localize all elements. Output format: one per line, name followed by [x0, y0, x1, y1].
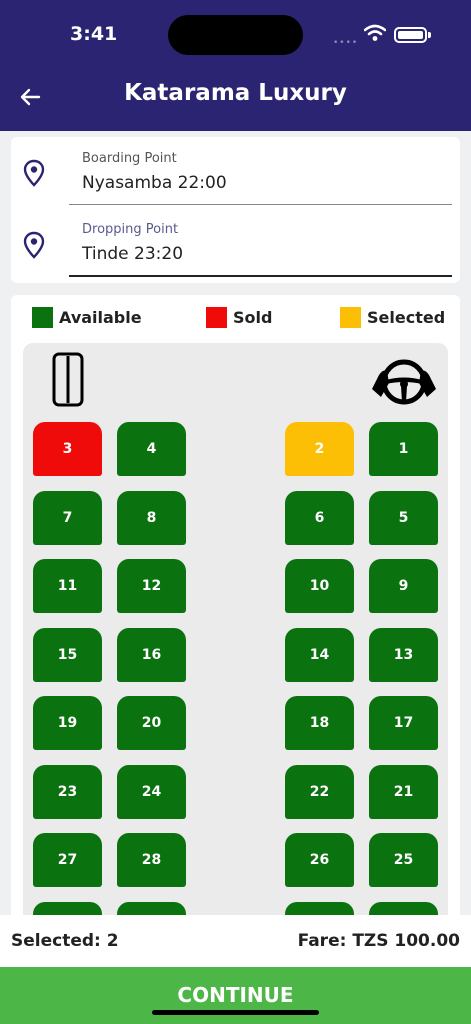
seat-6[interactable]: 6 [285, 490, 354, 545]
app-header: 3:41 •••• Katarama Luxury [0, 0, 471, 131]
legend-selected: Selected [340, 307, 445, 328]
dropping-label: Dropping Point [82, 222, 179, 237]
route-card: Boarding Point Nyasamba 22:00 Dropping P… [11, 137, 460, 283]
location-pin-icon [23, 231, 45, 259]
seat-3: 3 [33, 422, 102, 476]
fare-total: Fare: TZS 100.00 [297, 931, 460, 951]
seat-19[interactable]: 19 [33, 696, 102, 750]
battery-icon [394, 27, 427, 43]
legend-available-label: Available [59, 308, 142, 327]
continue-button[interactable]: CONTINUE [0, 967, 471, 1024]
wifi-icon [364, 24, 386, 41]
seat-25[interactable]: 25 [369, 833, 438, 887]
location-pin-icon [23, 159, 45, 187]
divider [69, 204, 452, 205]
seat-9[interactable]: 9 [369, 559, 438, 613]
seat-legend: Available Sold Selected [11, 307, 460, 329]
seat-2[interactable]: 2 [285, 422, 354, 476]
seat-1[interactable]: 1 [369, 422, 438, 476]
seat-18[interactable]: 18 [285, 696, 354, 750]
available-swatch [32, 307, 53, 328]
boarding-value: Nyasamba 22:00 [82, 173, 227, 193]
legend-available: Available [32, 307, 142, 328]
boarding-point-field[interactable]: Boarding Point Nyasamba 22:00 [11, 137, 460, 207]
seat-28[interactable]: 28 [117, 833, 186, 887]
seat-12[interactable]: 12 [117, 559, 186, 613]
selected-swatch [340, 307, 361, 328]
dropping-value: Tinde 23:20 [82, 244, 184, 264]
legend-sold-label: Sold [233, 308, 273, 327]
legend-sold: Sold [206, 307, 272, 328]
page-title: Katarama Luxury [124, 80, 347, 106]
legend-selected-label: Selected [367, 308, 446, 327]
seat-26[interactable]: 26 [285, 833, 354, 887]
seat-27[interactable]: 27 [33, 833, 102, 887]
seat-11[interactable]: 11 [33, 559, 102, 613]
dynamic-island [168, 15, 303, 55]
battery-tip [428, 32, 431, 38]
seat-8[interactable]: 8 [117, 490, 186, 545]
seat-24[interactable]: 24 [117, 764, 186, 819]
door-icon [52, 352, 84, 407]
seat-10[interactable]: 10 [285, 559, 354, 613]
bus-deck: 3 4 2 1 7 8 6 5 11 12 10 9 15 16 14 13 19 20 18 17 23 24 22 21 2… [23, 343, 448, 935]
dropping-point-field[interactable]: Dropping Point Tinde 23:20 [11, 209, 460, 279]
seat-21[interactable]: 21 [369, 764, 438, 819]
seat-20[interactable]: 20 [117, 696, 186, 750]
home-indicator [152, 1010, 319, 1015]
seat-5[interactable]: 5 [369, 490, 438, 545]
seat-23[interactable]: 23 [33, 764, 102, 819]
seat-16[interactable]: 16 [117, 627, 186, 682]
seat-4[interactable]: 4 [117, 422, 186, 476]
seat-map-card: Available Sold Selected 3 4 2 1 7 8 6 5 11 12 10 9 1… [11, 295, 460, 935]
seat-15[interactable]: 15 [33, 627, 102, 682]
seat-17[interactable]: 17 [369, 696, 438, 750]
signal-icon: •••• [333, 38, 359, 48]
seat-14[interactable]: 14 [285, 627, 354, 682]
seat-7[interactable]: 7 [33, 490, 102, 545]
divider [69, 275, 452, 277]
seat-22[interactable]: 22 [285, 764, 354, 819]
sold-swatch [206, 307, 227, 328]
seat-13[interactable]: 13 [369, 627, 438, 682]
status-time: 3:41 [70, 23, 118, 45]
boarding-label: Boarding Point [82, 151, 177, 166]
summary-bar: Selected: 2 Fare: TZS 100.00 [0, 915, 471, 967]
selected-count: Selected: 2 [11, 931, 119, 951]
steering-wheel-icon [372, 359, 436, 405]
